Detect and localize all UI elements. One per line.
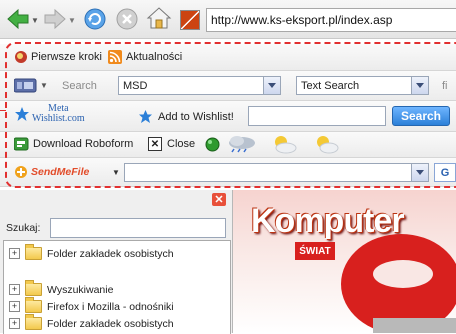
tree-item-label: Firefox i Mozilla - odnośniki [47, 300, 174, 313]
metawishlist-logo[interactable]: Meta Wishlist.com [14, 104, 85, 124]
download-roboform-button[interactable]: Download Roboform [14, 137, 133, 151]
bookmark-pierwsze-kroki[interactable]: Pierwsze kroki [14, 50, 102, 64]
green-globe-icon[interactable] [205, 137, 220, 152]
bookmarks-toolbar: Pierwsze kroki Aktualności [0, 44, 456, 71]
star-icon [139, 110, 152, 123]
forward-arrow-icon [44, 8, 66, 30]
truncated-label: fi [442, 80, 448, 92]
weather-sun-cloud-icon[interactable] [270, 134, 298, 154]
weather-rain-icon[interactable] [225, 135, 259, 153]
stop-icon [116, 8, 138, 30]
magazine-title: Komputer [251, 202, 405, 240]
bookmark-aktualnosci[interactable]: Aktualności [108, 50, 182, 64]
bookmark-tree: + Folder zakładek osobistych + Wyszukiwa… [3, 240, 231, 334]
search-button-label: Search [400, 109, 442, 123]
close-toolbar-button[interactable]: ✕ Close [148, 137, 195, 151]
wishlist-toolbar: Meta Wishlist.com Add to Wishlist! Searc… [0, 101, 456, 132]
search-engine-button[interactable]: ▼ [14, 77, 48, 93]
forward-dropdown-icon[interactable]: ▼ [68, 16, 76, 25]
bookmarks-sidebar: ✕ Szukaj: + Folder zakładek osobistych +… [0, 190, 233, 334]
bookmark-label: Aktualności [126, 51, 183, 63]
sendmefile-dropdown-icon[interactable]: ▼ [112, 168, 120, 177]
add-to-wishlist-label: Add to Wishlist! [158, 110, 234, 123]
close-label: Close [167, 138, 196, 150]
folder-icon [25, 314, 42, 330]
tree-item-label: Wyszukiwanie [47, 283, 114, 296]
folder-icon [25, 280, 42, 296]
callout-pointer [0, 110, 6, 111]
back-dropdown-icon[interactable]: ▼ [31, 16, 39, 25]
search-mode-select[interactable]: Text Search [296, 76, 429, 95]
expand-icon[interactable]: + [9, 284, 20, 295]
query-dropdown-icon[interactable] [263, 77, 280, 94]
wishlist-search-input[interactable] [248, 106, 386, 126]
search-toolbar: ▼ Search MSD Text Search fi [0, 71, 456, 101]
sendmefile-combo[interactable] [124, 163, 429, 182]
bookmark-label: Pierwsze kroki [31, 51, 102, 63]
tree-item-firefox-mozilla[interactable]: + Firefox i Mozilla - odnośniki [9, 297, 174, 313]
sidebar-search-input[interactable] [50, 218, 226, 238]
close-x-icon: ✕ [148, 137, 162, 151]
roboform-toolbar: Download Roboform ✕ Close [0, 132, 456, 158]
go-button[interactable]: G [434, 163, 456, 182]
wishlist-search-button[interactable]: Search [392, 106, 450, 126]
add-to-wishlist-button[interactable]: Add to Wishlist! [138, 109, 234, 124]
download-roboform-label: Download Roboform [33, 138, 134, 150]
forward-button[interactable] [42, 6, 68, 32]
logo-line2: Wishlist.com [32, 113, 85, 124]
home-button[interactable] [146, 5, 172, 31]
expand-icon[interactable]: + [9, 301, 20, 312]
tree-item-folder-osobistych-2[interactable]: + Folder zakładek osobistych [9, 314, 174, 330]
search-query-value[interactable]: MSD [119, 80, 263, 92]
home-icon [146, 7, 172, 29]
navigation-bar: ▼ ▼ http://www.ks-eksport.pl/index.asp [0, 0, 456, 39]
expand-icon[interactable]: + [9, 318, 20, 329]
sendmefile-logo[interactable]: SendMeFile [14, 163, 98, 181]
mode-dropdown-icon[interactable] [411, 77, 428, 94]
web-page-content: Komputer ŚWIAT [233, 190, 456, 333]
magazine-subtitle: ŚWIAT [295, 242, 335, 260]
site-favicon-icon [178, 8, 202, 32]
page-gray-strip [373, 318, 456, 333]
reload-icon [84, 8, 106, 30]
tree-item-label: Folder zakładek osobistych [47, 317, 174, 330]
url-text[interactable]: http://www.ks-eksport.pl/index.asp [207, 13, 392, 27]
sendmefile-label: SendMeFile [31, 166, 90, 178]
engine-dropdown-icon: ▼ [40, 80, 48, 90]
go-button-label: G [440, 166, 450, 179]
tree-item-wyszukiwanie[interactable]: + Wyszukiwanie [9, 280, 114, 296]
search-label: Search [62, 80, 97, 92]
expand-icon[interactable]: + [9, 248, 20, 259]
rss-feed-icon [108, 50, 122, 64]
sendmefile-combo-dropdown-icon[interactable] [411, 164, 428, 181]
url-bar[interactable]: http://www.ks-eksport.pl/index.asp [206, 8, 456, 32]
sidebar-search-label: Szukaj: [6, 222, 41, 234]
folder-icon [25, 244, 42, 260]
tree-item-label: Folder zakładek osobistych [47, 247, 174, 260]
stop-button[interactable] [114, 6, 140, 32]
reload-button[interactable] [82, 6, 108, 32]
search-engine-icon [14, 78, 37, 93]
sidebar-close-button[interactable]: ✕ [212, 193, 226, 206]
star-icon [15, 107, 29, 121]
sendmefile-toolbar: SendMeFile ▼ G [0, 158, 456, 187]
back-arrow-icon [7, 8, 29, 30]
folder-icon [25, 297, 42, 313]
weather-partly-cloudy-icon[interactable] [312, 134, 340, 154]
firefox-bookmark-icon [15, 51, 27, 63]
sendmefile-icon [15, 166, 27, 178]
search-mode-value[interactable]: Text Search [297, 80, 411, 92]
tree-item-folder-osobistych[interactable]: + Folder zakładek osobistych [9, 244, 174, 260]
search-query-combo[interactable]: MSD [118, 76, 281, 95]
logo-e-hole [373, 260, 433, 288]
back-button[interactable] [5, 6, 31, 32]
roboform-icon [14, 137, 29, 151]
